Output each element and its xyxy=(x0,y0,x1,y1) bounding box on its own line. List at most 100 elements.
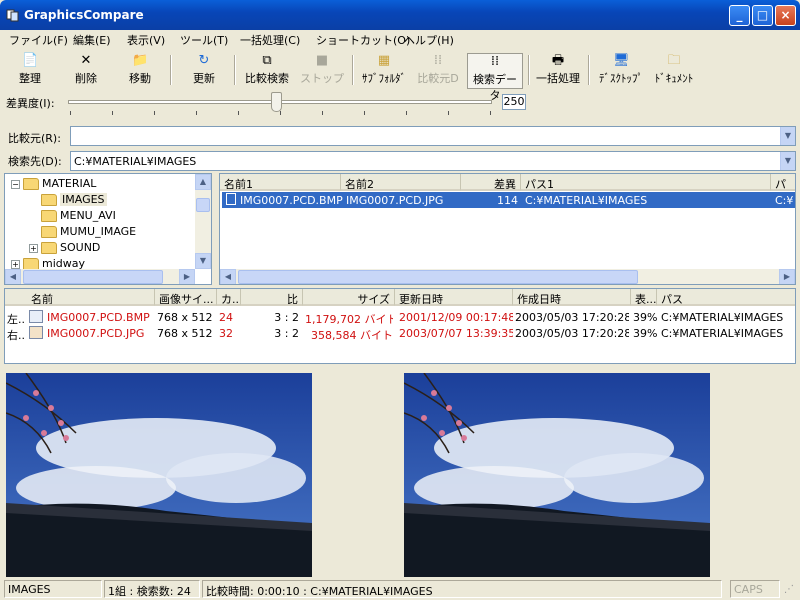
menu-file[interactable]: ファイル(F) xyxy=(9,32,68,48)
folder-icon xyxy=(41,210,57,222)
title-bar[interactable]: GraphicsCompare _ □ × xyxy=(0,0,800,30)
tree-item[interactable]: + SOUND xyxy=(5,241,100,257)
detail-header-display[interactable]: 表... xyxy=(631,289,657,306)
toolbar-separator xyxy=(352,55,354,85)
search-target-combo[interactable]: C:¥MATERIAL¥IMAGES ▼ xyxy=(70,151,796,171)
desktop-button[interactable]: 🖥 ﾃﾞｽｸﾄｯﾌﾟ xyxy=(594,53,648,89)
tree-vscroll[interactable]: ▲ ▼ xyxy=(195,174,211,269)
slider-tick xyxy=(196,111,197,115)
toolbar-separator xyxy=(588,55,590,85)
scroll-left-icon[interactable]: ◀ xyxy=(220,269,236,284)
tree-hscroll-thumb[interactable] xyxy=(23,270,163,284)
menu-edit[interactable]: 編集(E) xyxy=(73,32,111,48)
minimize-button[interactable]: _ xyxy=(729,5,750,26)
status-caps: CAPS xyxy=(730,580,780,598)
organize-button[interactable]: 📄 整理 xyxy=(12,53,48,89)
menu-help[interactable]: ヘルプ(H) xyxy=(404,32,454,48)
detail-side: 右.. xyxy=(7,329,25,342)
scroll-down-icon[interactable]: ▼ xyxy=(195,253,211,269)
scroll-right-icon[interactable]: ▶ xyxy=(179,269,195,284)
maximize-button[interactable]: □ xyxy=(752,5,773,26)
collapse-icon[interactable]: − xyxy=(11,179,20,189)
desktop-icon: 🖥 xyxy=(613,53,630,68)
scroll-up-icon[interactable]: ▲ xyxy=(195,174,211,190)
tree-vscroll-thumb[interactable] xyxy=(196,198,210,212)
compare-search-button[interactable]: ⧉ 比較検索 xyxy=(240,53,294,89)
detail-created: 2003/05/03 17:20:28 xyxy=(515,311,629,324)
result-list[interactable]: 名前1 名前2 差異 パス1 パ IMG0007.PCD.BMP IMG0007… xyxy=(219,173,796,285)
close-button[interactable]: × xyxy=(775,5,796,26)
status-bar: IMAGES 1組 : 検索数: 24 比較時間: 0:00:10 : C:¥M… xyxy=(0,578,800,600)
search-data-button[interactable]: ⁞⁞ 検索データ xyxy=(467,53,523,102)
detail-header-modified[interactable]: 更新日時 xyxy=(395,289,513,306)
detail-name: IMG0007.PCD.JPG xyxy=(47,327,145,340)
chevron-down-icon[interactable]: ▼ xyxy=(780,127,795,145)
col-header-name2[interactable]: 名前2 xyxy=(341,174,461,191)
slider-tick xyxy=(70,111,71,115)
toolbar-separator xyxy=(170,55,172,85)
menu-shortcut[interactable]: ショートカット(O) xyxy=(316,32,410,48)
subfolder-icon: ▦ xyxy=(377,53,391,68)
result-hscroll-thumb[interactable] xyxy=(238,270,638,284)
detail-header-name[interactable]: 名前 xyxy=(5,289,155,306)
tree-hscroll[interactable]: ◀ ▶ xyxy=(5,269,195,284)
status-time: 比較時間: 0:00:10 : C:¥MATERIAL¥IMAGES xyxy=(202,580,722,598)
tree-item[interactable]: IMAGES xyxy=(5,193,107,209)
detail-header-path[interactable]: パス xyxy=(657,289,795,306)
detail-header-size[interactable]: サイズ xyxy=(303,289,395,306)
tree-item[interactable]: MENU_AVI xyxy=(5,209,116,225)
source-d-button[interactable]: ⁞⁞ 比較元D xyxy=(414,53,462,89)
col-header-path1[interactable]: パス1 xyxy=(521,174,771,191)
result-path2: C:¥ xyxy=(775,194,794,207)
detail-ratio: 3 : 2 xyxy=(274,327,299,340)
grid-icon: ⁞⁞ xyxy=(490,54,500,69)
col-header-diff[interactable]: 差異 xyxy=(461,174,521,191)
col-header-name1[interactable]: 名前1 xyxy=(220,174,341,191)
table-row[interactable]: IMG0007.PCD.BMP IMG0007.PCD.JPG 114 C:¥M… xyxy=(222,192,795,208)
batch-button[interactable]: 🖶 一括処理 xyxy=(532,53,584,89)
resize-grip-icon[interactable]: ⋰ xyxy=(784,584,798,598)
delete-button[interactable]: ✕ 削除 xyxy=(68,53,104,89)
detail-header-dims[interactable]: 画像サイ... xyxy=(155,289,217,306)
menu-batch[interactable]: 一括処理(C) xyxy=(240,32,300,48)
documents-button[interactable]: 🗀 ﾄﾞｷｭﾒﾝﾄ xyxy=(650,53,698,89)
menu-tools[interactable]: ツール(T) xyxy=(180,32,228,48)
temple-photo-left xyxy=(6,373,312,577)
chevron-down-icon[interactable]: ▼ xyxy=(780,152,795,170)
result-path1: C:¥MATERIAL¥IMAGES xyxy=(525,194,648,207)
status-folder: IMAGES xyxy=(4,580,102,598)
slider-ticks xyxy=(0,91,800,117)
detail-header-ratio[interactable]: 比 xyxy=(241,289,303,306)
slider-tick xyxy=(364,111,365,115)
col-header-path2[interactable]: パ xyxy=(771,174,795,191)
detail-list[interactable]: 名前 画像サイ... カ... 比 サイズ 更新日時 作成日時 表... パス … xyxy=(4,288,796,364)
row-checkbox[interactable] xyxy=(226,193,236,205)
scroll-right-icon[interactable]: ▶ xyxy=(779,269,795,284)
subfolder-button[interactable]: ▦ ｻﾌﾞﾌｫﾙﾀﾞ xyxy=(358,53,410,89)
detail-path: C:¥MATERIAL¥IMAGES xyxy=(661,327,784,340)
detail-row[interactable]: 右.. IMG0007.PCD.JPG 768 x 512 32 3 : 2 358,58… xyxy=(5,325,795,342)
folder-icon xyxy=(41,226,57,238)
tree-item-label: MATERIAL xyxy=(42,177,97,190)
stop-button[interactable]: ■ ストップ xyxy=(300,53,344,89)
delete-x-icon: ✕ xyxy=(80,53,92,68)
detail-header-color[interactable]: カ... xyxy=(217,289,241,306)
refresh-button[interactable]: ↻ 更新 xyxy=(186,53,222,89)
right-image-preview[interactable] xyxy=(404,373,710,577)
left-image-preview[interactable] xyxy=(6,373,312,577)
folder-tree[interactable]: − MATERIAL IMAGES MENU_AVI MUMU_IMAGE + SOUND +… xyxy=(4,173,212,285)
tree-item[interactable]: MUMU_IMAGE xyxy=(5,225,136,241)
folder-icon xyxy=(41,242,57,254)
detail-display: 39% xyxy=(633,311,657,324)
tree-item[interactable]: − MATERIAL xyxy=(5,177,96,193)
expand-icon[interactable]: + xyxy=(29,243,38,253)
compare-source-combo[interactable]: ▼ xyxy=(70,126,796,146)
detail-header-created[interactable]: 作成日時 xyxy=(513,289,631,306)
expand-icon[interactable]: + xyxy=(11,259,20,269)
result-hscroll[interactable]: ◀ ▶ xyxy=(220,269,795,284)
scroll-left-icon[interactable]: ◀ xyxy=(5,269,21,284)
move-button[interactable]: 📁 移動 xyxy=(122,53,158,89)
detail-row[interactable]: 左.. IMG0007.PCD.BMP 768 x 512 24 3 : 2 1,179,… xyxy=(5,309,795,326)
menu-view[interactable]: 表示(V) xyxy=(127,32,165,48)
folder-icon xyxy=(41,194,57,206)
